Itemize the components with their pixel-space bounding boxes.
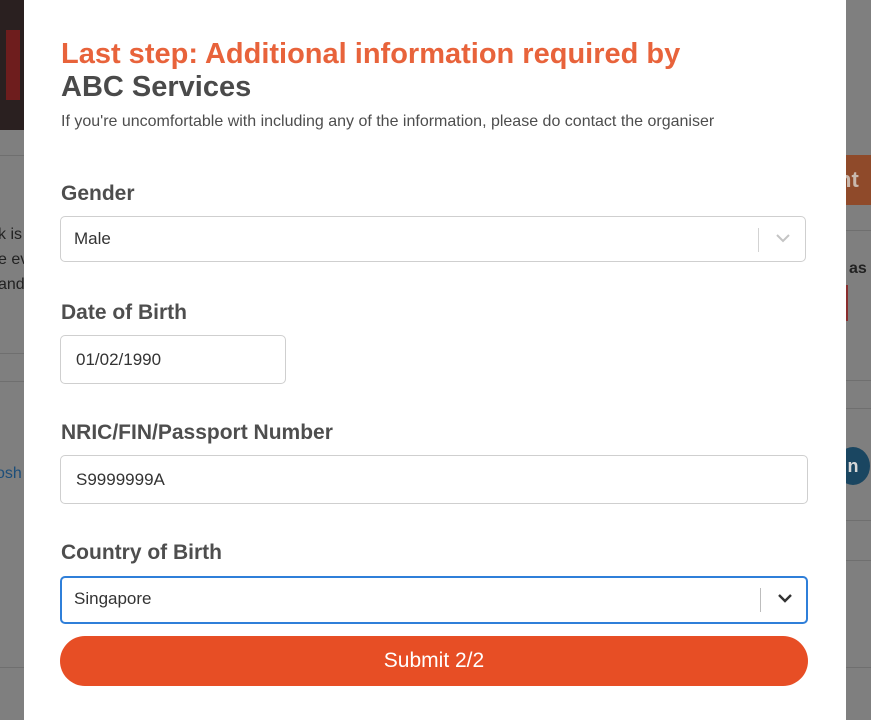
- additional-info-modal: Last step: Additional information requir…: [24, 0, 846, 720]
- divider: [0, 155, 24, 156]
- modal-subtitle: If you're uncomfortable with including a…: [61, 113, 715, 130]
- gender-select[interactable]: Male: [60, 216, 806, 262]
- id-number-label: NRIC/FIN/Passport Number: [61, 421, 333, 444]
- country-of-birth-value: Singapore: [74, 589, 152, 608]
- background-link: osh: [0, 465, 22, 482]
- id-number-input[interactable]: [60, 455, 808, 504]
- country-of-birth-label: Country of Birth: [61, 541, 222, 564]
- divider: [0, 353, 24, 354]
- dob-label: Date of Birth: [61, 301, 187, 324]
- divider: [846, 380, 871, 381]
- background-text: k is: [0, 226, 22, 243]
- divider: [0, 667, 24, 668]
- country-of-birth-select[interactable]: Singapore: [60, 576, 808, 624]
- divider: [846, 520, 871, 521]
- background-text: as: [849, 260, 867, 277]
- divider: [846, 408, 871, 409]
- background-hero-image: [0, 0, 24, 130]
- submit-button[interactable]: Submit 2/2: [60, 636, 808, 686]
- divider: [846, 667, 871, 668]
- divider: [0, 381, 24, 382]
- dob-input[interactable]: [60, 335, 286, 384]
- gender-value: Male: [74, 229, 111, 248]
- chevron-down-icon[interactable]: [775, 233, 791, 243]
- select-divider: [760, 588, 761, 612]
- background-text: and: [0, 276, 25, 293]
- select-divider: [758, 228, 759, 252]
- modal-title-accent: Last step: Additional information requir…: [61, 38, 681, 70]
- background-button: nt f: [846, 155, 871, 205]
- gender-label: Gender: [61, 182, 135, 205]
- background-box: [846, 285, 848, 321]
- divider: [846, 560, 871, 561]
- chevron-down-icon[interactable]: [777, 593, 793, 603]
- divider: [846, 230, 871, 231]
- modal-title-organisation: ABC Services: [61, 71, 252, 103]
- modal-title: Last step: Additional information requir…: [61, 38, 821, 104]
